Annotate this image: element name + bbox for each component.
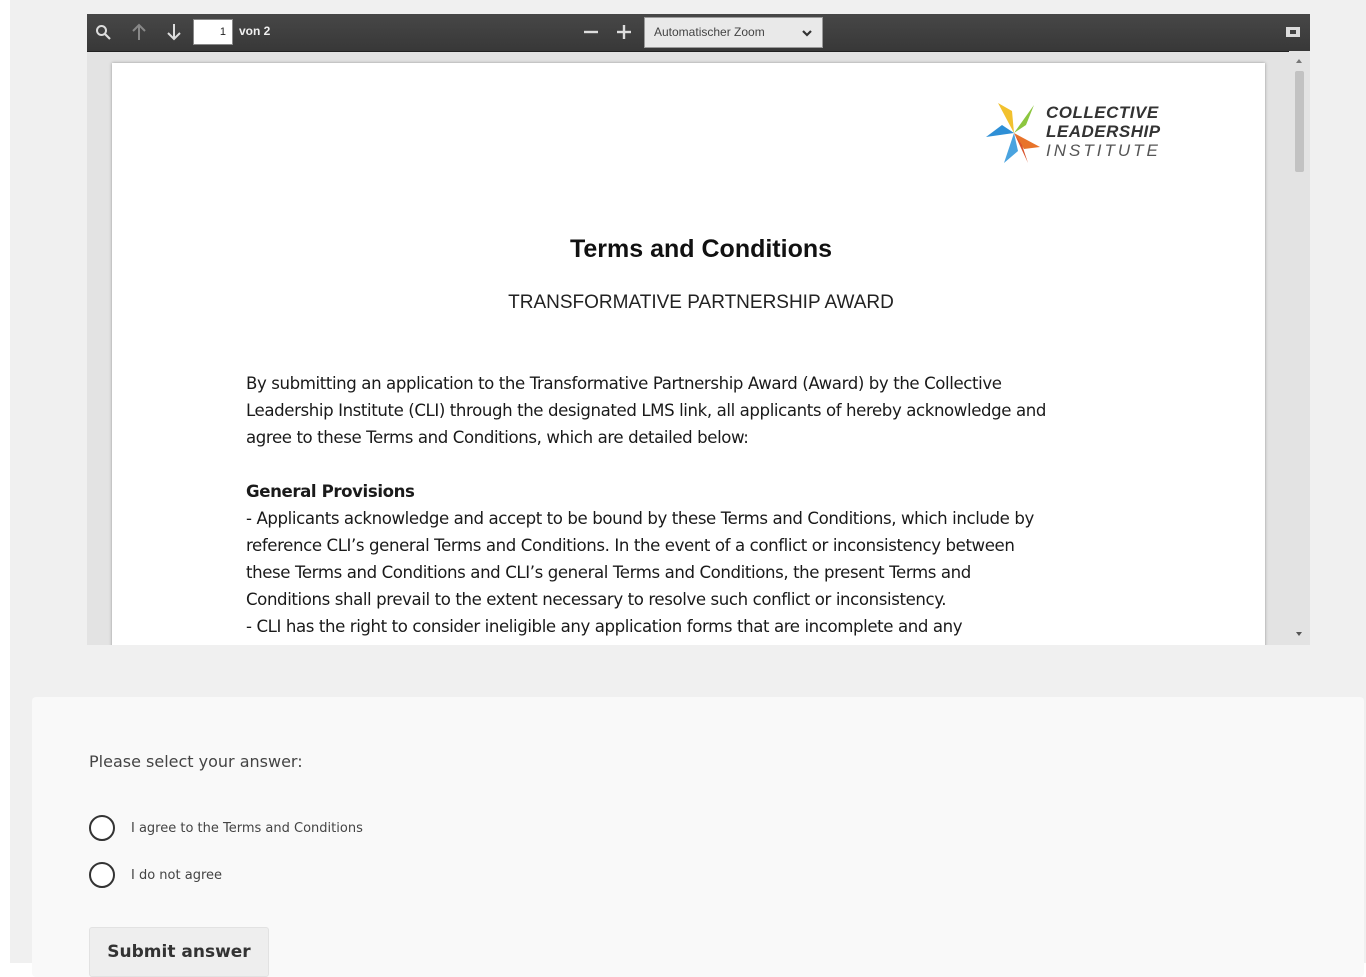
- section-heading: General Provisions: [246, 482, 415, 501]
- pdf-toolbar: 1 von 2 Automatischer Zoom: [87, 14, 1310, 52]
- page-count: von 2: [239, 24, 271, 38]
- document-title: Terms and Conditions: [569, 235, 833, 263]
- zoom-out-icon[interactable]: [580, 21, 602, 43]
- scroll-thumb[interactable]: [1295, 71, 1304, 172]
- logo-wordmark: COLLECTIVE LEADERSHIP INSTITUTE: [1046, 103, 1161, 160]
- document-body: By submitting an application to the Tran…: [246, 370, 1176, 640]
- section-line: - CLI has the right to consider ineligib…: [246, 617, 963, 636]
- zoom-select-value: Automatischer Zoom: [654, 25, 765, 39]
- option-disagree[interactable]: I do not agree: [89, 860, 222, 890]
- intro-line: By submitting an application to the Tran…: [246, 374, 1002, 393]
- page-number-input[interactable]: 1: [193, 19, 233, 45]
- pdf-scrollbar[interactable]: [1289, 51, 1310, 645]
- section-line: these Terms and Conditions and CLI’s gen…: [246, 563, 971, 582]
- scroll-down-arrow[interactable]: [1296, 632, 1302, 636]
- radio-agree[interactable]: [89, 815, 115, 841]
- intro-line: agree to these Terms and Conditions, whi…: [246, 428, 749, 447]
- section-line: - Applicants acknowledge and accept to b…: [246, 509, 1034, 528]
- pdf-page: COLLECTIVE LEADERSHIP INSTITUTE Terms an…: [112, 63, 1265, 645]
- zoom-in-icon[interactable]: [613, 21, 635, 43]
- presentation-mode-icon[interactable]: [1282, 21, 1304, 43]
- option-agree[interactable]: I agree to the Terms and Conditions: [89, 813, 363, 843]
- arrow-up-icon[interactable]: [128, 21, 150, 43]
- chevron-down-icon: [802, 19, 812, 59]
- answer-card: Please select your answer: I agree to th…: [32, 697, 1364, 977]
- pdf-viewer: 1 von 2 Automatischer Zoom COLLECTIVE LE…: [87, 14, 1310, 645]
- section-line: reference CLI’s general Terms and Condit…: [246, 536, 1015, 555]
- intro-line: Leadership Institute (CLI) through the d…: [246, 401, 1046, 420]
- arrow-down-icon[interactable]: [163, 21, 185, 43]
- cli-logo: COLLECTIVE LEADERSHIP INSTITUTE: [984, 99, 1164, 169]
- radio-disagree[interactable]: [89, 862, 115, 888]
- logo-line-1: COLLECTIVE: [1046, 103, 1159, 122]
- document-subtitle: TRANSFORMATIVE PARTNERSHIP AWARD: [508, 292, 894, 313]
- option-label[interactable]: I agree to the Terms and Conditions: [131, 821, 363, 836]
- search-icon[interactable]: [92, 21, 114, 43]
- option-label[interactable]: I do not agree: [131, 868, 222, 883]
- section-line: Conditions shall prevail to the extent n…: [246, 590, 947, 609]
- cli-logo-mark: [986, 103, 1040, 163]
- logo-line-2: LEADERSHIP: [1046, 122, 1161, 141]
- answer-prompt: Please select your answer:: [89, 752, 303, 771]
- zoom-select[interactable]: Automatischer Zoom: [644, 17, 823, 48]
- submit-answer-button[interactable]: Submit answer: [89, 927, 269, 977]
- scroll-up-arrow[interactable]: [1296, 59, 1302, 63]
- logo-line-3: INSTITUTE: [1046, 141, 1161, 160]
